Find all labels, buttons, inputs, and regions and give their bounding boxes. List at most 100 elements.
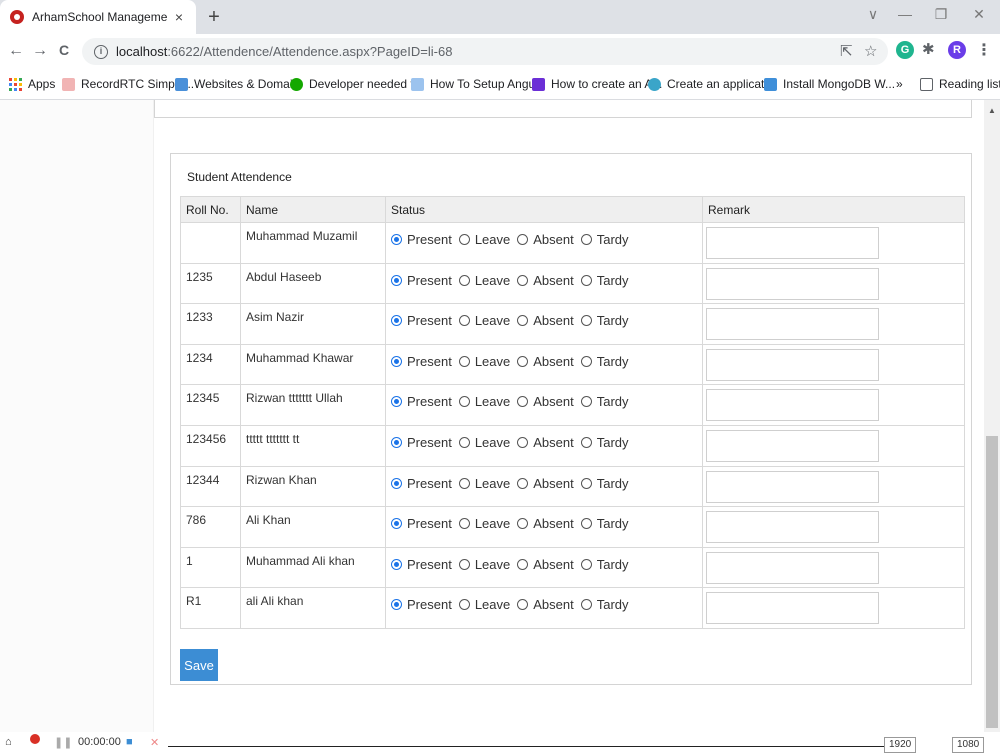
reading-list-button[interactable]: Reading list — [920, 77, 1000, 91]
status-radio-absent[interactable] — [517, 274, 529, 286]
height-input[interactable]: 1080 — [952, 737, 985, 753]
profile-avatar[interactable]: R — [948, 41, 966, 59]
remark-input[interactable] — [706, 470, 879, 503]
status-radio-tardy[interactable] — [580, 355, 592, 367]
status-radio-leave[interactable] — [458, 396, 470, 408]
status-label-tardy[interactable]: Tardy — [597, 476, 629, 491]
status-label-absent[interactable]: Absent — [533, 476, 573, 491]
bookmarks-overflow-button[interactable]: » — [896, 77, 903, 91]
new-tab-button[interactable]: + — [204, 5, 224, 29]
status-label-tardy[interactable]: Tardy — [597, 435, 629, 450]
status-label-leave[interactable]: Leave — [475, 516, 510, 531]
status-radio-present[interactable] — [391, 477, 402, 489]
status-label-absent[interactable]: Absent — [533, 597, 573, 612]
status-label-tardy[interactable]: Tardy — [597, 516, 629, 531]
status-radio-tardy[interactable] — [580, 558, 592, 570]
width-input[interactable]: 1920 — [884, 737, 917, 753]
status-label-present[interactable]: Present — [407, 232, 452, 247]
status-radio-tardy[interactable] — [580, 599, 592, 611]
status-radio-absent[interactable] — [517, 558, 529, 570]
status-radio-leave[interactable] — [458, 355, 470, 367]
status-radio-present[interactable] — [391, 396, 402, 408]
tab-close-icon[interactable]: × — [168, 9, 190, 25]
remark-input[interactable] — [706, 227, 879, 259]
address-bar[interactable]: i localhost :6622/Attendence/Attendence.… — [82, 38, 888, 65]
maximize-button[interactable]: ❐ — [926, 6, 956, 23]
status-radio-present[interactable] — [391, 315, 402, 327]
status-label-present[interactable]: Present — [407, 597, 452, 612]
bookmark-star-icon[interactable]: ☆ — [864, 42, 877, 60]
status-radio-absent[interactable] — [517, 315, 529, 327]
status-radio-absent[interactable] — [517, 599, 529, 611]
reload-icon[interactable]: C — [54, 42, 74, 58]
forward-arrow-icon[interactable]: → — [30, 42, 50, 60]
status-radio-leave[interactable] — [458, 436, 470, 448]
status-radio-present[interactable] — [391, 558, 402, 570]
status-radio-absent[interactable] — [517, 355, 529, 367]
status-label-leave[interactable]: Leave — [475, 232, 510, 247]
status-radio-leave[interactable] — [458, 599, 470, 611]
camera-icon[interactable]: ■ — [126, 736, 133, 748]
status-label-leave[interactable]: Leave — [475, 394, 510, 409]
status-radio-leave[interactable] — [458, 477, 470, 489]
status-radio-tardy[interactable] — [580, 477, 592, 489]
status-radio-absent[interactable] — [517, 477, 529, 489]
status-radio-leave[interactable] — [458, 518, 470, 530]
remark-input[interactable] — [706, 511, 879, 544]
remark-input[interactable] — [706, 592, 879, 625]
status-radio-present[interactable] — [391, 355, 402, 367]
status-label-leave[interactable]: Leave — [475, 597, 510, 612]
status-radio-leave[interactable] — [458, 274, 470, 286]
status-label-leave[interactable]: Leave — [475, 435, 510, 450]
home-icon[interactable]: ⌂ — [5, 736, 12, 748]
scroll-up-arrow-icon[interactable]: ▲ — [988, 106, 996, 115]
status-label-tardy[interactable]: Tardy — [597, 313, 629, 328]
remark-input[interactable] — [706, 389, 879, 422]
status-label-present[interactable]: Present — [407, 476, 452, 491]
save-button[interactable]: Save — [180, 649, 218, 681]
status-label-absent[interactable]: Absent — [533, 354, 573, 369]
status-label-tardy[interactable]: Tardy — [597, 394, 629, 409]
extensions-puzzle-icon[interactable]: ✱ — [922, 40, 935, 58]
close-window-button[interactable]: ✕ — [964, 6, 994, 23]
status-radio-present[interactable] — [391, 234, 402, 245]
status-label-present[interactable]: Present — [407, 557, 452, 572]
status-radio-absent[interactable] — [517, 518, 529, 530]
status-radio-present[interactable] — [391, 274, 402, 286]
status-radio-absent[interactable] — [517, 234, 529, 245]
bookmark-apps[interactable]: Apps — [9, 77, 55, 91]
status-radio-leave[interactable] — [458, 315, 470, 327]
status-radio-tardy[interactable] — [580, 396, 592, 408]
status-radio-leave[interactable] — [458, 558, 470, 570]
site-info-icon[interactable]: i — [94, 44, 108, 59]
status-label-present[interactable]: Present — [407, 435, 452, 450]
remark-input[interactable] — [706, 348, 879, 381]
status-label-absent[interactable]: Absent — [533, 394, 573, 409]
status-radio-tardy[interactable] — [580, 315, 592, 327]
status-label-tardy[interactable]: Tardy — [597, 273, 629, 288]
tab-search-icon[interactable]: ∨ — [858, 6, 888, 23]
status-label-leave[interactable]: Leave — [475, 354, 510, 369]
bookmark-create-application[interactable]: Create an applicati... — [648, 77, 777, 91]
status-label-present[interactable]: Present — [407, 394, 452, 409]
share-icon[interactable]: ⇱ — [840, 42, 853, 60]
status-label-leave[interactable]: Leave — [475, 476, 510, 491]
status-label-leave[interactable]: Leave — [475, 557, 510, 572]
status-radio-present[interactable] — [391, 599, 402, 611]
status-radio-present[interactable] — [391, 518, 402, 530]
bookmark-developer[interactable]: Developer needed f... — [290, 77, 424, 91]
status-label-leave[interactable]: Leave — [475, 273, 510, 288]
status-label-absent[interactable]: Absent — [533, 313, 573, 328]
grammarly-extension-icon[interactable]: G — [896, 41, 914, 59]
status-label-present[interactable]: Present — [407, 313, 452, 328]
remark-input[interactable] — [706, 267, 879, 300]
browser-menu-icon[interactable]: ⋮ — [976, 40, 992, 60]
record-icon[interactable] — [30, 734, 40, 744]
status-label-present[interactable]: Present — [407, 354, 452, 369]
status-label-present[interactable]: Present — [407, 273, 452, 288]
browser-tab[interactable]: ArhamSchool Management × — [0, 0, 196, 34]
status-label-present[interactable]: Present — [407, 516, 452, 531]
close-recorder-icon[interactable]: ✕ — [150, 736, 159, 749]
status-label-leave[interactable]: Leave — [475, 313, 510, 328]
status-label-absent[interactable]: Absent — [533, 232, 573, 247]
